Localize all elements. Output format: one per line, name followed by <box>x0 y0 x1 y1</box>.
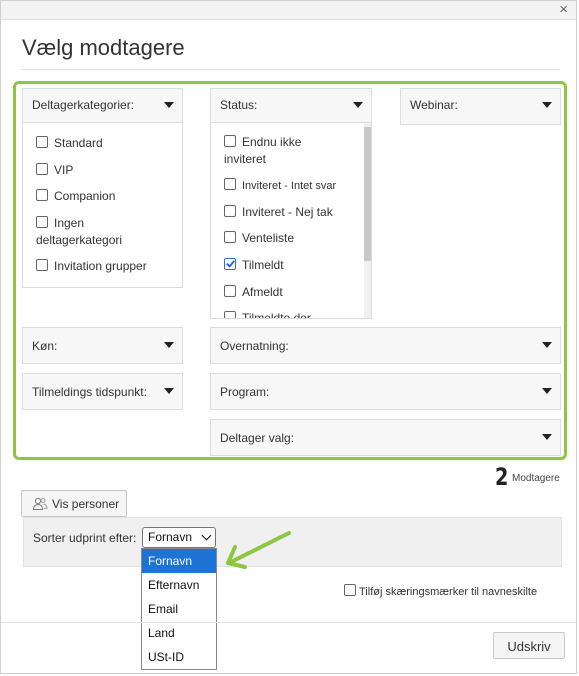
deltagerkategorier-dropdown[interactable]: Deltagerkategorier: <box>22 88 183 123</box>
option-inviteret-intet-svar[interactable]: Inviteret - Intet svar <box>224 177 336 195</box>
checkbox[interactable] <box>344 584 356 596</box>
option-vip[interactable]: VIP <box>36 162 73 179</box>
caret-down-icon <box>164 342 174 348</box>
caret-down-icon <box>542 434 552 440</box>
people-icon <box>32 497 48 510</box>
footer-divider <box>1 622 576 623</box>
program-dropdown[interactable]: Program: <box>210 373 561 410</box>
sort-label: Sorter udprint efter: <box>33 531 137 545</box>
option-afmeldt[interactable]: Afmeldt <box>224 284 283 301</box>
status-label: Status: <box>220 98 258 112</box>
checkbox[interactable] <box>224 135 236 147</box>
option-endnu-ikke-inviteret[interactable]: Endnu ikke inviteret <box>224 134 301 168</box>
close-icon[interactable]: × <box>559 2 568 18</box>
vis-personer-label: Vis personer <box>52 497 120 511</box>
overnatning-dropdown[interactable]: Overnatning: <box>210 327 561 364</box>
webinar-label: Webinar: <box>410 98 458 112</box>
checkbox[interactable] <box>224 231 236 243</box>
checkbox[interactable] <box>36 163 48 175</box>
kon-label: Køn: <box>32 339 58 353</box>
crop-marks-label: Tilføj skæringsmærker til navneskilte <box>359 586 538 598</box>
deltagerkategorier-options: Standard VIP Companion Ingen deltagerkate… <box>22 123 183 288</box>
checkbox[interactable] <box>224 285 236 297</box>
caret-down-icon <box>542 342 552 348</box>
caret-down-icon <box>542 102 552 108</box>
title-divider <box>21 69 560 70</box>
udskriv-label: Udskriv <box>507 639 551 654</box>
deltager-valg-label: Deltager valg: <box>220 431 295 445</box>
overnatning-label: Overnatning: <box>220 339 289 353</box>
checkbox[interactable] <box>224 205 236 217</box>
status-scrollbar[interactable] <box>364 123 371 318</box>
vis-personer-button[interactable]: Vis personer <box>21 490 127 517</box>
tilmeldings-tidspunkt-dropdown[interactable]: Tilmeldings tidspunkt: <box>22 373 183 410</box>
option-standard[interactable]: Standard <box>36 135 103 152</box>
sort-option-ust-id[interactable]: USt-ID <box>142 645 216 669</box>
sort-option-efternavn[interactable]: Efternavn <box>142 573 216 597</box>
checkbox[interactable] <box>36 189 48 201</box>
scrollbar-thumb[interactable] <box>364 127 371 261</box>
sort-option-fornavn[interactable]: Fornavn <box>142 549 216 573</box>
annotation-arrow-icon <box>226 531 291 569</box>
option-tilmeldt[interactable]: Tilmeldt <box>224 257 284 274</box>
checkbox[interactable] <box>36 136 48 148</box>
option-companion[interactable]: Companion <box>36 188 115 205</box>
caret-down-icon <box>353 102 363 108</box>
sort-select-value: Fornavn <box>148 530 193 544</box>
choose-recipients-dialog: × Vælg modtagere Deltagerkategorier: Sta… <box>0 0 577 674</box>
caret-down-icon <box>542 388 552 394</box>
dialog-titlebar: × <box>1 1 576 20</box>
tilmeldings-tidspunkt-label: Tilmeldings tidspunkt: <box>32 385 147 399</box>
checkbox-checked[interactable] <box>224 258 236 270</box>
chevron-down-icon <box>201 530 212 541</box>
recipient-count: 2 <box>495 463 509 491</box>
checkbox[interactable] <box>224 178 236 190</box>
program-label: Program: <box>220 385 270 399</box>
crop-marks-option[interactable]: Tilføj skæringsmærker til navneskilte <box>344 584 537 598</box>
checkbox[interactable] <box>224 311 236 318</box>
status-options: Endnu ikke inviteret Inviteret - Intet sv… <box>210 123 372 319</box>
kon-dropdown[interactable]: Køn: <box>22 327 183 364</box>
sort-select[interactable]: Fornavn <box>142 527 216 548</box>
option-ingen-deltagerkategori[interactable]: Ingen deltagerkategori <box>36 215 122 249</box>
checkbox[interactable] <box>36 259 48 271</box>
deltagerkategorier-label: Deltagerkategorier: <box>32 98 135 112</box>
webinar-dropdown[interactable]: Webinar: <box>400 88 561 125</box>
deltager-valg-dropdown[interactable]: Deltager valg: <box>210 419 561 456</box>
option-invitation-grupper[interactable]: Invitation grupper <box>36 258 147 275</box>
sort-option-land[interactable]: Land <box>142 621 216 645</box>
checkbox[interactable] <box>36 216 48 228</box>
dialog-title: Vælg modtagere <box>22 35 185 60</box>
sort-options-list: Fornavn Efternavn Email Land USt-ID <box>141 548 217 670</box>
sort-option-email[interactable]: Email <box>142 597 216 621</box>
option-tilmeldte-der[interactable]: Tilmeldte der <box>224 310 311 318</box>
option-inviteret-nej-tak[interactable]: Inviteret - Nej tak <box>224 204 333 221</box>
option-venteliste[interactable]: Venteliste <box>224 230 294 247</box>
caret-down-icon <box>164 102 174 108</box>
udskriv-button[interactable]: Udskriv <box>493 632 565 659</box>
recipient-count-label: Modtagere <box>512 473 560 484</box>
status-dropdown[interactable]: Status: <box>210 88 372 123</box>
caret-down-icon <box>164 388 174 394</box>
